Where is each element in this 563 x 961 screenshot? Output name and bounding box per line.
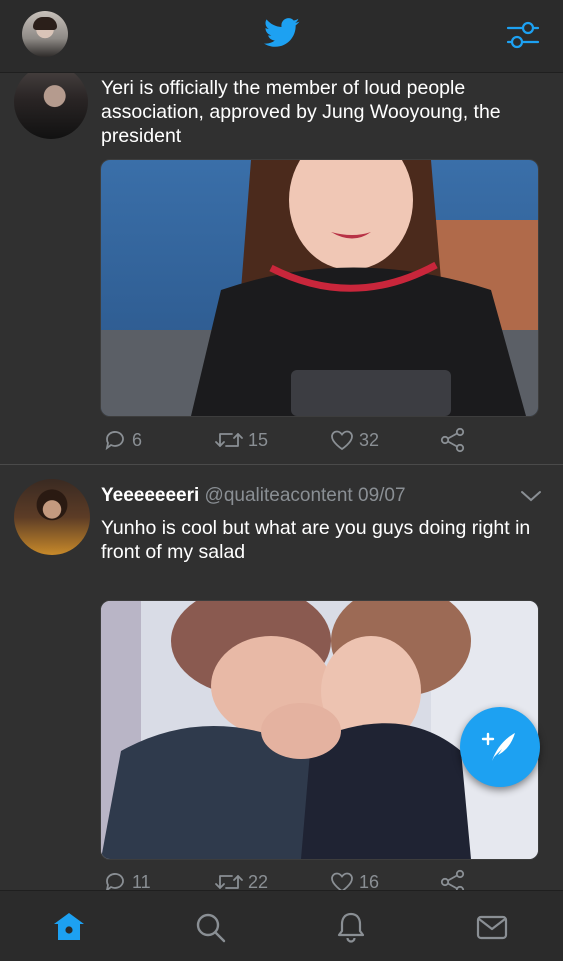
tweet-date: 09/07: [358, 485, 406, 506]
tweet[interactable]: Yeeeeeeeri @qualiteacontent 09/07 Yunho …: [0, 465, 563, 890]
search-icon[interactable]: [192, 909, 228, 945]
like-button[interactable]: 32: [329, 425, 379, 455]
top-app-bar: [0, 0, 563, 73]
tweet-text: Yunho is cool but what are you guys doin…: [101, 517, 531, 563]
notifications-icon[interactable]: [333, 909, 369, 945]
chevron-down-icon[interactable]: [520, 489, 542, 503]
reply-icon: [105, 431, 124, 451]
reply-icon: [106, 873, 124, 890]
reply-button[interactable]: 6: [104, 425, 142, 455]
retweet-button[interactable]: 15: [214, 425, 268, 455]
heart-icon: [331, 430, 353, 451]
author-avatar[interactable]: [14, 72, 88, 139]
like-count: 16: [359, 871, 380, 891]
bottom-navigation: [0, 890, 563, 961]
retweet-button[interactable]: 22: [214, 867, 268, 890]
tweet-photo[interactable]: [100, 159, 539, 417]
retweet-count: 15: [248, 429, 269, 450]
share-button[interactable]: [440, 867, 466, 890]
author-avatar[interactable]: [14, 479, 90, 555]
tweet-actions: 11 22 16: [100, 867, 480, 890]
home-icon[interactable]: [51, 909, 87, 945]
retweet-icon: [215, 875, 243, 889]
like-count: 32: [359, 429, 380, 450]
tweet-header: Yeeeeeeeri @qualiteacontent 09/07: [101, 485, 406, 507]
author-handle[interactable]: @qualiteacontent: [205, 485, 353, 506]
share-icon: [440, 427, 465, 453]
tweet-actions: 6 15 32: [100, 425, 480, 455]
heart-icon: [331, 872, 353, 890]
retweet-count: 22: [248, 871, 269, 891]
tweet[interactable]: Yeri is officially the member of loud pe…: [0, 72, 563, 464]
reply-count: 6: [132, 429, 143, 450]
compose-tweet-button[interactable]: [460, 707, 540, 787]
compose-tweet-icon: [481, 732, 515, 761]
author-name[interactable]: Yeeeeeeeri: [101, 485, 199, 506]
timeline-settings-icon[interactable]: [505, 18, 541, 52]
like-button[interactable]: 16: [329, 867, 379, 890]
reply-button[interactable]: 11: [104, 867, 151, 890]
messages-icon[interactable]: [474, 909, 510, 945]
twitter-bird-icon: [264, 18, 300, 47]
retweet-icon: [215, 433, 243, 447]
reply-count: 11: [132, 871, 151, 891]
share-button[interactable]: [440, 425, 466, 455]
share-icon: [440, 869, 465, 890]
tweet-text: Yeri is officially the member of loud pe…: [101, 77, 501, 147]
profile-avatar[interactable]: [22, 11, 68, 57]
